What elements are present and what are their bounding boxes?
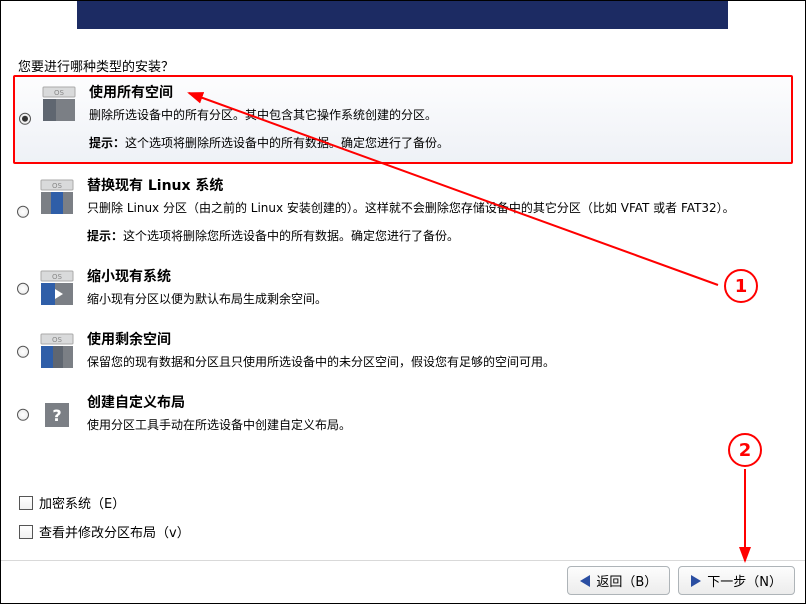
option-title: 缩小现有系统 [87,267,789,288]
disk-all-icon: OS [39,85,79,123]
next-label: 下一步（N） [707,571,782,590]
svg-text:OS: OS [52,182,63,190]
option-desc: 缩小现有分区以便为默认布局生成剩余空间。 [87,290,789,308]
nav-buttons: 返回（B） 下一步（N） [567,566,795,595]
radio-free-space[interactable] [17,345,29,357]
option-title: 替换现有 Linux 系统 [87,176,789,197]
encrypt-label: 加密系统（E） [39,493,125,512]
option-title: 使用所有空间 [89,83,787,104]
option-shrink[interactable]: OS 缩小现有系统 缩小现有分区以便为默认布局生成剩余空间。 [13,261,793,318]
option-replace-linux[interactable]: OS 替换现有 Linux 系统 只删除 Linux 分区（由之前的 Linux… [13,170,793,255]
review-checkbox[interactable] [19,525,33,539]
bottom-checkboxes: 加密系统（E） 查看并修改分区布局（v） [19,493,190,551]
svg-text:OS: OS [52,336,63,344]
encrypt-checkbox[interactable] [19,496,33,510]
installer-window: 您要进行哪种类型的安装？ OS 使用所有空间 删除所选设备中的所有分区。其中包含… [0,0,806,604]
back-button[interactable]: 返回（B） [567,566,670,595]
header-banner [77,1,728,29]
option-title: 使用剩余空间 [87,330,789,351]
radio-custom-layout[interactable] [17,408,29,420]
option-hint: 提示：这个选项将删除所选设备中的所有数据。确定您进行了备份。 [89,134,787,152]
radio-use-all-space[interactable] [19,112,31,124]
svg-text:?: ? [52,406,61,425]
back-label: 返回（B） [596,571,657,590]
option-desc: 删除所选设备中的所有分区。其中包含其它操作系统创建的分区。 [89,106,787,124]
radio-replace-linux[interactable] [17,205,29,217]
annotation-1: 1 [724,269,758,303]
next-button[interactable]: 下一步（N） [678,566,795,595]
radio-shrink[interactable] [17,282,29,294]
disk-custom-icon: ? [37,395,77,433]
annotation-2: 2 [728,433,762,467]
option-desc: 使用分区工具手动在所选设备中创建自定义布局。 [87,416,789,434]
install-type-prompt: 您要进行哪种类型的安装？ [18,56,174,75]
arrow-left-icon [580,575,590,587]
install-type-options: OS 使用所有空间 删除所选设备中的所有分区。其中包含其它操作系统创建的分区。 … [13,75,793,450]
option-desc: 保留您的现有数据和分区且只使用所选设备中的未分区空间，假设您有足够的空间可用。 [87,353,789,371]
disk-shrink-icon: OS [37,269,77,307]
svg-text:OS: OS [52,273,63,281]
arrow-right-icon [691,575,701,587]
review-label: 查看并修改分区布局（v） [39,522,190,541]
separator [1,560,805,561]
option-hint: 提示：这个选项将删除您所选设备中的所有数据。确定您进行了备份。 [87,227,789,245]
disk-free-icon: OS [37,332,77,370]
svg-text:OS: OS [54,89,65,97]
option-free-space[interactable]: OS 使用剩余空间 保留您的现有数据和分区且只使用所选设备中的未分区空间，假设您… [13,324,793,381]
review-layout-row[interactable]: 查看并修改分区布局（v） [19,522,190,541]
option-title: 创建自定义布局 [87,393,789,414]
encrypt-system-row[interactable]: 加密系统（E） [19,493,190,512]
option-custom-layout[interactable]: ? 创建自定义布局 使用分区工具手动在所选设备中创建自定义布局。 [13,387,793,444]
option-use-all-space[interactable]: OS 使用所有空间 删除所选设备中的所有分区。其中包含其它操作系统创建的分区。 … [13,75,793,164]
disk-replace-icon: OS [37,178,77,216]
option-desc: 只删除 Linux 分区（由之前的 Linux 安装创建的）。这样就不会删除您存… [87,199,789,217]
